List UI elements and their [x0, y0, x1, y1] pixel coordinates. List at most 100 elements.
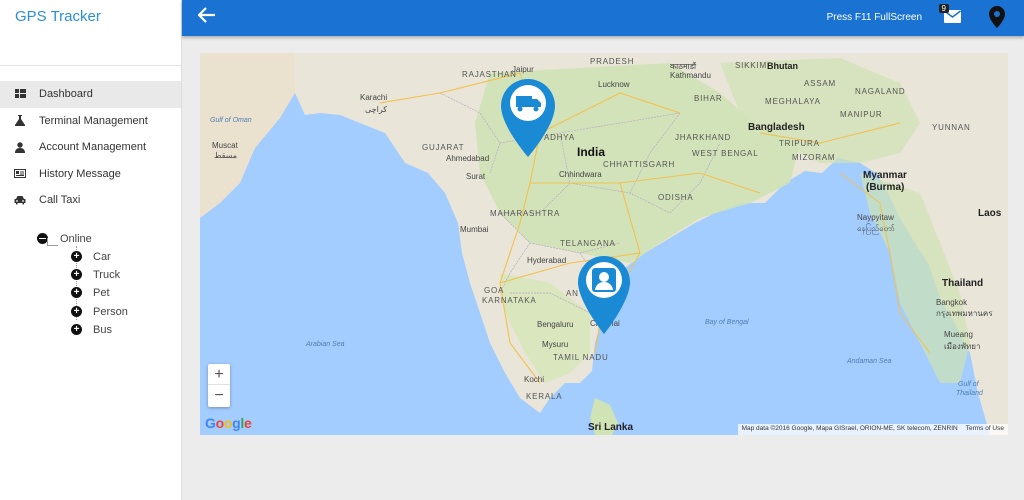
- tree-node-label: Pet: [93, 286, 110, 299]
- top-bar: Press F11 FullScreen 9: [182, 0, 1024, 36]
- map-label: India: [577, 145, 606, 159]
- map-view[interactable]: RAJASTHAN Jaipur PRADESH काठमाडौं Kathma…: [200, 53, 1008, 435]
- map-label: Muscat: [212, 141, 238, 150]
- map-label: کراچی: [365, 105, 388, 114]
- sidebar-item-label: Account Management: [39, 141, 147, 154]
- person-marker[interactable]: [578, 256, 630, 334]
- map-label: Bangladesh: [748, 122, 805, 133]
- back-arrow-icon[interactable]: [197, 7, 216, 27]
- map-label: GOA: [484, 286, 505, 295]
- map-label: MIZORAM: [792, 153, 836, 162]
- map-label: PRADESH: [590, 57, 635, 66]
- map-label: Kathmandu: [670, 71, 711, 80]
- map-label: WEST BENGAL: [692, 149, 759, 158]
- map-label: مسقط: [214, 151, 238, 160]
- tree-node-label: Bus: [93, 323, 112, 336]
- map-label: BIHAR: [694, 94, 723, 103]
- expand-icon[interactable]: +: [71, 306, 82, 317]
- map-label: Laos: [978, 208, 1002, 219]
- sidebar-item-label: History Message: [39, 167, 121, 180]
- truck-marker[interactable]: [501, 79, 555, 157]
- map-label: TAMIL NADU: [553, 353, 609, 362]
- sidebar-item-terminal-management[interactable]: Terminal Management: [0, 108, 181, 135]
- map-label: AN: [566, 289, 579, 298]
- map-label: (Burma): [866, 182, 905, 193]
- map-label: Jaipur: [512, 65, 534, 74]
- map-label: กรุงเทพมหานคร: [936, 309, 993, 318]
- map-label: MANIPUR: [840, 110, 883, 119]
- map-label: Andaman Sea: [847, 358, 892, 365]
- sidebar-item-dashboard[interactable]: Dashboard: [0, 81, 181, 108]
- map-label: ODISHA: [658, 193, 694, 202]
- tree-node-pet[interactable]: + Pet: [71, 286, 110, 300]
- tree-node-person[interactable]: + Person: [71, 305, 128, 319]
- tree-node-car[interactable]: + Car: [71, 250, 111, 264]
- map-label: Kochi: [524, 375, 545, 384]
- map-label: Thailand: [942, 278, 984, 289]
- zoom-in-button[interactable]: +: [208, 364, 230, 385]
- tree-node-label: Online: [60, 232, 92, 245]
- expand-icon[interactable]: +: [71, 269, 82, 280]
- sidebar: GPS Tracker Dashboard Terminal Managemen…: [0, 0, 182, 500]
- sidebar-menu: Dashboard Terminal Management Account Ma…: [0, 81, 181, 214]
- map-label: နေပြည်တော်: [857, 224, 895, 233]
- map-attribution: Map data ©2016 Google, Mapa GISrael, ORI…: [737, 424, 1008, 435]
- map-label: Mysuru: [542, 340, 569, 349]
- map-label: NAGALAND: [855, 87, 906, 96]
- map-label: Hyderabad: [527, 256, 567, 265]
- map-label: Ahmedabad: [446, 154, 490, 163]
- map-label: Mueang: [944, 330, 973, 339]
- map-label: Thailand: [956, 390, 983, 397]
- map-label: Lucknow: [598, 80, 630, 89]
- map-label: JHARKHAND: [675, 133, 732, 142]
- tree-node-bus[interactable]: + Bus: [71, 323, 112, 337]
- sidebar-item-label: Terminal Management: [39, 114, 148, 127]
- flask-icon: [14, 115, 26, 127]
- tree-node-truck[interactable]: + Truck: [71, 268, 121, 282]
- map-label: Surat: [466, 172, 486, 181]
- map-label: Sri Lanka: [588, 422, 634, 433]
- terms-link[interactable]: Terms of Use: [966, 425, 1004, 434]
- map-label: TRIPURA: [779, 139, 820, 148]
- mail-count-badge: 9: [938, 4, 949, 13]
- expand-icon[interactable]: +: [71, 287, 82, 298]
- map-label: Arabian Sea: [306, 341, 345, 348]
- map-label: Naypyitaw: [857, 213, 894, 222]
- sidebar-item-label: Call Taxi: [39, 194, 81, 207]
- zoom-out-button[interactable]: −: [208, 385, 230, 406]
- tree-node-label: Truck: [93, 268, 121, 281]
- sidebar-item-call-taxi[interactable]: Call Taxi: [0, 187, 181, 214]
- map-label: ASSAM: [804, 79, 837, 88]
- map-label: Myanmar: [863, 170, 907, 181]
- map-label: Karachi: [360, 93, 388, 102]
- id-card-icon: [14, 168, 26, 180]
- sidebar-item-history-message[interactable]: History Message: [0, 161, 181, 188]
- map-label: KERALA: [526, 392, 563, 401]
- location-pin-icon[interactable]: [989, 6, 1005, 28]
- map-label: Bangkok: [936, 298, 968, 307]
- map-label: Gulf of: [958, 381, 979, 388]
- zoom-control: + −: [208, 364, 230, 407]
- sidebar-item-label: Dashboard: [39, 88, 93, 101]
- map-label: เมืองพัทยา: [944, 342, 981, 351]
- tree-node-online[interactable]: Online: [37, 232, 92, 246]
- tree-connector: [47, 237, 58, 246]
- sidebar-item-account-management[interactable]: Account Management: [0, 134, 181, 161]
- map-label: Mumbai: [460, 225, 489, 234]
- map-label: GUJARAT: [422, 143, 465, 152]
- tree-node-label: Car: [93, 250, 111, 263]
- map-label: SIKKIM: [735, 61, 767, 70]
- app-logo[interactable]: GPS Tracker: [15, 8, 166, 25]
- user-icon: [14, 141, 26, 153]
- car-icon: [14, 194, 26, 206]
- map-label: RAJASTHAN: [462, 70, 517, 79]
- tree-node-label: Person: [93, 305, 128, 318]
- map-label: CHHATTISGARH: [603, 160, 676, 169]
- expand-icon[interactable]: +: [71, 324, 82, 335]
- person-icon: [592, 268, 616, 292]
- map-label: Gulf of Oman: [210, 117, 252, 124]
- map-label: Bhutan: [767, 61, 798, 71]
- map-label: YUNNAN: [932, 123, 971, 132]
- map-label: KARNATAKA: [482, 296, 537, 305]
- expand-icon[interactable]: +: [71, 251, 82, 262]
